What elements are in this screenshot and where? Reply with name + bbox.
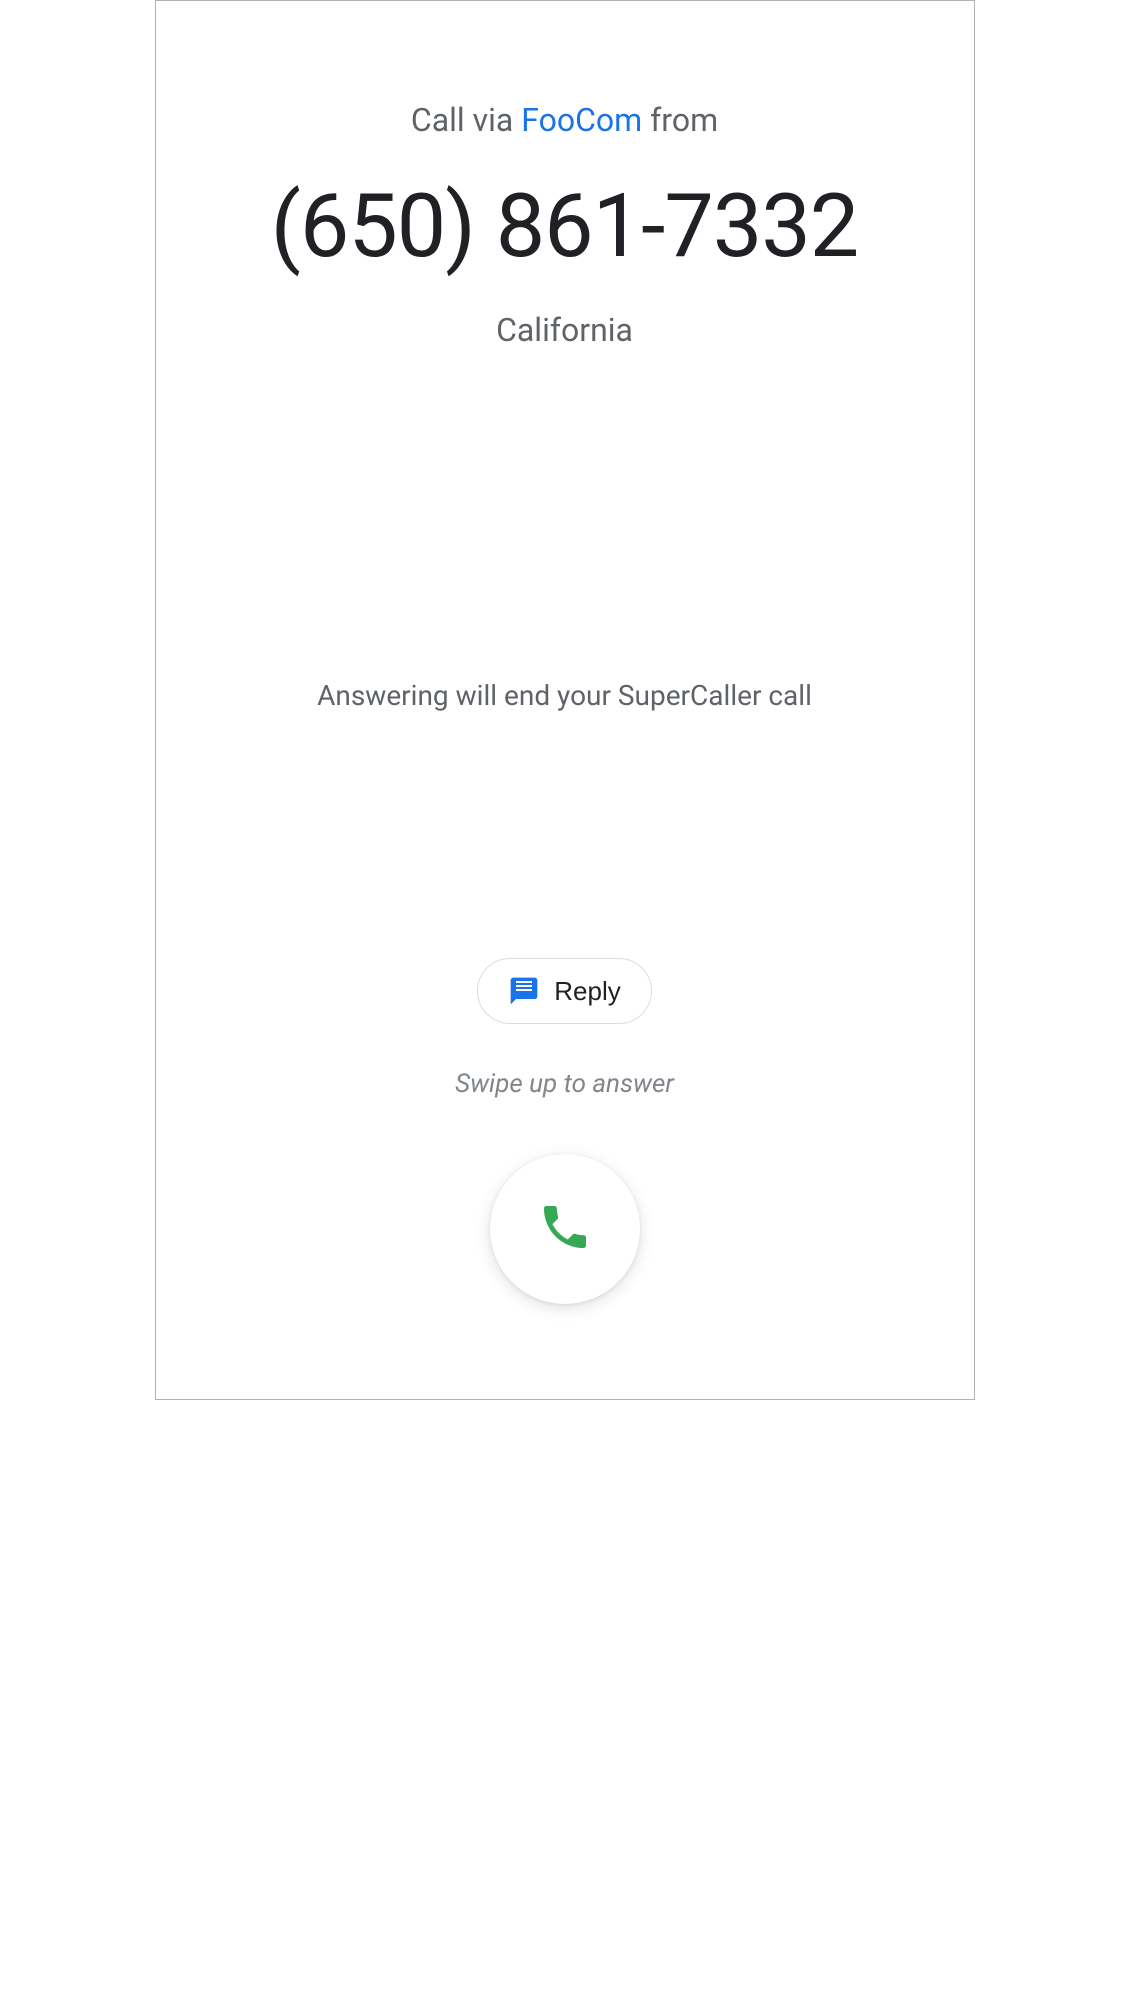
message-icon	[508, 975, 540, 1007]
phone-icon	[537, 1199, 593, 1259]
call-header: Call via FooCom from (650) 861-7332 Cali…	[156, 101, 974, 349]
incoming-call-screen: Call via FooCom from (650) 861-7332 Cali…	[155, 0, 975, 1400]
caller-phone-number: (650) 861-7332	[156, 179, 974, 276]
caller-location: California	[156, 311, 974, 349]
answer-call-button[interactable]	[490, 1154, 640, 1304]
call-actions-area: Reply Swipe up to answer	[156, 958, 974, 1304]
reply-button-label: Reply	[554, 976, 620, 1007]
call-via-prefix: Call via	[411, 101, 521, 139]
call-via-suffix: from	[642, 101, 718, 139]
call-conflict-warning: Answering will end your SuperCaller call	[156, 679, 974, 712]
call-provider-name: FooCom	[521, 101, 642, 139]
swipe-hint-text: Swipe up to answer	[455, 1069, 674, 1099]
reply-button[interactable]: Reply	[477, 958, 651, 1024]
call-via-line: Call via FooCom from	[156, 101, 974, 139]
